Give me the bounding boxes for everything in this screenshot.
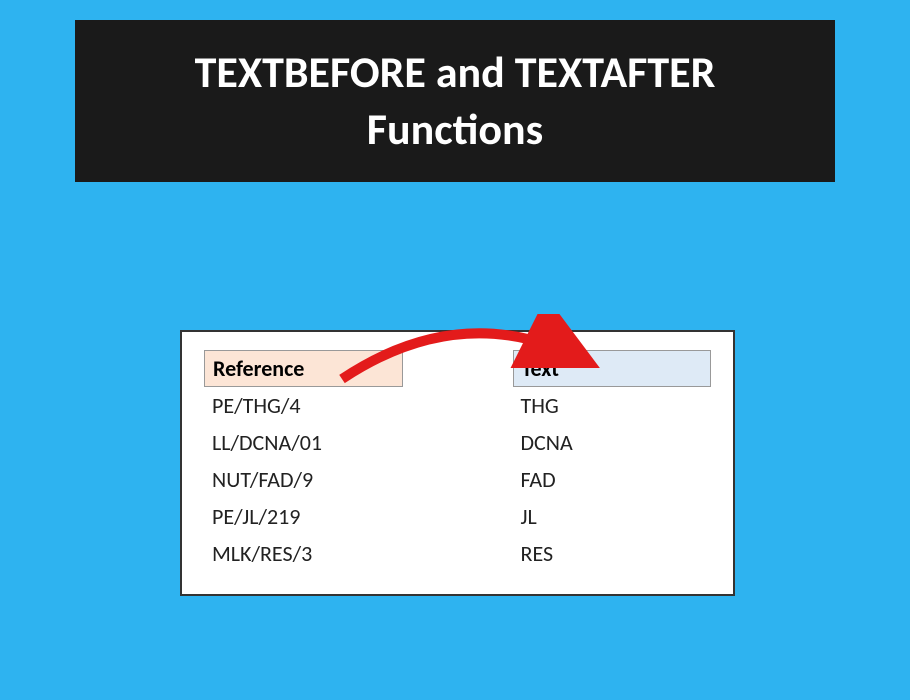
column-header-reference: Reference bbox=[204, 350, 403, 387]
table-cell: RES bbox=[513, 535, 712, 572]
column-header-text: Text bbox=[513, 350, 712, 387]
data-grid: Reference Text PE/THG/4 THG LL/DCNA/01 D… bbox=[204, 350, 711, 572]
table-cell: PE/THG/4 bbox=[204, 387, 403, 424]
example-table: Reference Text PE/THG/4 THG LL/DCNA/01 D… bbox=[180, 330, 735, 596]
table-cell: PE/JL/219 bbox=[204, 498, 403, 535]
table-cell: NUT/FAD/9 bbox=[204, 461, 403, 498]
table-cell: DCNA bbox=[513, 424, 712, 461]
page-title: TEXTBEFORE and TEXTAFTER Functions bbox=[75, 20, 835, 182]
table-cell: JL bbox=[513, 498, 712, 535]
table-cell: THG bbox=[513, 387, 712, 424]
table-cell: LL/DCNA/01 bbox=[204, 424, 403, 461]
table-cell: MLK/RES/3 bbox=[204, 535, 403, 572]
table-cell: FAD bbox=[513, 461, 712, 498]
